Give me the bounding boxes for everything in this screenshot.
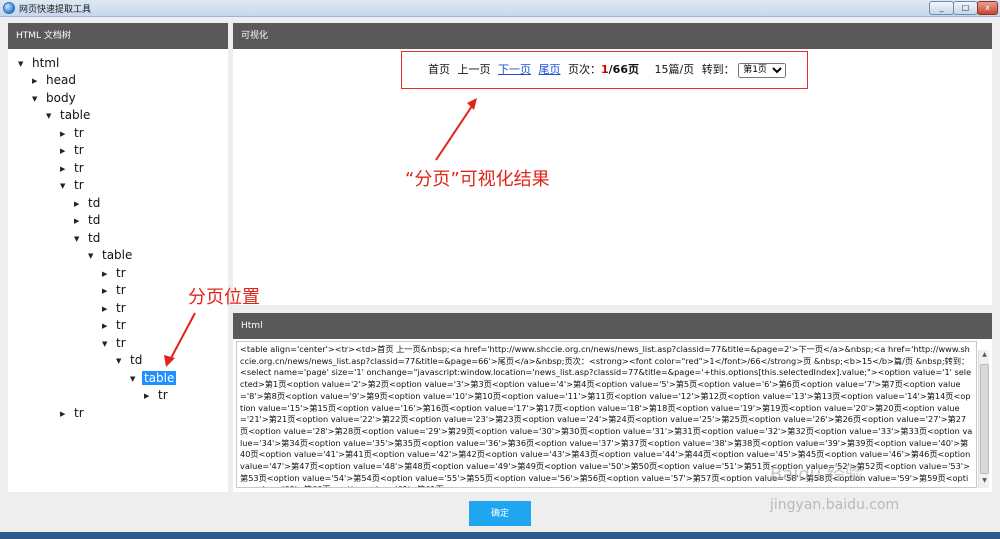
tree-node-tr[interactable]: ▶ tr <box>60 405 86 421</box>
pager-goto-label: 转到： <box>701 63 735 76</box>
pager-per-page: 15篇/页 <box>654 63 695 76</box>
tree-node-td[interactable]: ▶ td <box>74 195 102 211</box>
tree-node-td[interactable]: ▼ td <box>116 352 144 368</box>
expanded-arrow-icon[interactable]: ▼ <box>18 56 30 72</box>
tree-node-label: td <box>130 353 143 367</box>
expanded-arrow-icon[interactable]: ▼ <box>130 371 142 387</box>
html-source-header: Html <box>233 313 992 339</box>
tree-node-label: td <box>88 213 101 227</box>
collapsed-arrow-icon[interactable]: ▶ <box>60 161 72 177</box>
annotation-position-label: 分页位置 <box>188 287 260 308</box>
expanded-arrow-icon[interactable]: ▼ <box>32 91 44 107</box>
visualization-header: 可视化 <box>233 23 992 49</box>
tree-node-label: tr <box>74 406 84 420</box>
tree-node-label: tr <box>74 143 84 157</box>
collapsed-arrow-icon[interactable]: ▶ <box>60 143 72 159</box>
collapsed-arrow-icon[interactable]: ▶ <box>60 126 72 142</box>
watermark-url: jingyan.baidu.com <box>770 497 900 513</box>
scroll-up-icon[interactable]: ▲ <box>980 351 989 361</box>
collapsed-arrow-icon[interactable]: ▶ <box>102 318 114 334</box>
tree-node-label: td <box>88 231 101 245</box>
collapsed-arrow-icon[interactable]: ▶ <box>60 406 72 422</box>
tree-node-label: tr <box>116 283 126 297</box>
pager-page-label: 页次：1/66页 <box>568 63 639 76</box>
pager-current-page: 1 <box>601 63 609 76</box>
maximize-button[interactable]: □ <box>953 1 978 15</box>
pager-page-select[interactable]: 第1页 <box>738 62 787 78</box>
close-button[interactable]: x <box>977 1 998 15</box>
scroll-thumb[interactable] <box>980 364 989 474</box>
tree-node-td[interactable]: ▶ td <box>74 212 102 228</box>
title-bar: 网页快速提取工具 _ □ x <box>0 0 1000 17</box>
watermark-logo: Baidu 经验 <box>770 464 863 485</box>
pager-last-link[interactable]: 尾页 <box>539 63 561 76</box>
tree-node-tr[interactable]: ▶ tr <box>102 265 128 281</box>
pager-total-pages: /66页 <box>608 63 639 76</box>
collapsed-arrow-icon[interactable]: ▶ <box>144 388 156 404</box>
tree-node-tr[interactable]: ▶ tr <box>60 125 86 141</box>
html-source-scrollbar[interactable]: ▲ ▼ <box>978 350 989 488</box>
tree-node-label: table <box>142 371 177 385</box>
expanded-arrow-icon[interactable]: ▼ <box>46 108 58 124</box>
tree-node-label: tr <box>158 388 168 402</box>
collapsed-arrow-icon[interactable]: ▶ <box>32 73 44 89</box>
app-icon <box>3 2 15 14</box>
tree-node-tr[interactable]: ▶ tr <box>102 317 128 333</box>
pagination-preview: 首页 上一页 下一页 尾页 页次：1/66页 15篇/页 转到： 第1页 <box>401 51 808 89</box>
pager-prev: 上一页 <box>457 63 491 76</box>
collapsed-arrow-icon[interactable]: ▶ <box>102 301 114 317</box>
expanded-arrow-icon[interactable]: ▼ <box>102 336 114 352</box>
tree-node-label: tr <box>116 336 126 350</box>
tree-node-tr[interactable]: ▶ tr <box>60 160 86 176</box>
pager-next-link[interactable]: 下一页 <box>498 63 531 76</box>
dom-tree-panel: HTML 文档树 ▼ html ▶ head ▼ body ▼ table ▶ tr ▶ tr ▶ tr ▼… <box>8 23 228 492</box>
tree-node-html[interactable]: ▼ html <box>18 55 61 71</box>
tree-node-tr[interactable]: ▶ tr <box>60 142 86 158</box>
window-title: 网页快速提取工具 <box>19 5 92 15</box>
tree-node-table[interactable]: ▼ table <box>46 107 92 123</box>
html-source-text[interactable]: <table align='center'><tr><td>首页 上一页&nbs… <box>236 341 977 488</box>
scroll-down-icon[interactable]: ▼ <box>980 477 989 487</box>
tree-node-label: tr <box>74 161 84 175</box>
dom-tree-header: HTML 文档树 <box>8 23 228 49</box>
tree-node-label: tr <box>116 318 126 332</box>
tree-node-label: body <box>46 91 76 105</box>
collapsed-arrow-icon[interactable]: ▶ <box>74 213 86 229</box>
tree-node-label: table <box>102 248 133 262</box>
tree-node-table[interactable]: ▼ table <box>130 370 177 387</box>
tree-node-label: tr <box>74 126 84 140</box>
collapsed-arrow-icon[interactable]: ▶ <box>74 196 86 212</box>
tree-node-tr[interactable]: ▶ tr <box>102 300 128 316</box>
tree-node-tr[interactable]: ▼ tr <box>60 177 86 193</box>
tree-node-td[interactable]: ▼ td <box>74 230 102 246</box>
tree-node-label: tr <box>74 178 84 192</box>
tree-node-label: td <box>88 196 101 210</box>
expanded-arrow-icon[interactable]: ▼ <box>116 353 128 369</box>
tree-node-tr[interactable]: ▶ tr <box>144 387 170 403</box>
confirm-button[interactable]: 确定 <box>469 501 531 526</box>
visualization-panel: 可视化 首页 上一页 下一页 尾页 页次：1/66页 15篇/页 转到： 第1页 <box>233 23 992 305</box>
tree-node-label: html <box>32 56 60 70</box>
expanded-arrow-icon[interactable]: ▼ <box>88 248 100 264</box>
html-source-panel: Html <table align='center'><tr><td>首页 上一… <box>233 313 992 492</box>
tree-node-table[interactable]: ▼ table <box>88 247 134 263</box>
tree-node-tr[interactable]: ▶ tr <box>102 282 128 298</box>
tree-node-head[interactable]: ▶ head <box>32 72 78 88</box>
collapsed-arrow-icon[interactable]: ▶ <box>102 266 114 282</box>
tree-node-label: tr <box>116 301 126 315</box>
tree-node-label: head <box>46 73 76 87</box>
tree-node-body[interactable]: ▼ body <box>32 90 78 106</box>
minimize-button[interactable]: _ <box>929 1 954 15</box>
collapsed-arrow-icon[interactable]: ▶ <box>102 283 114 299</box>
tree-node-label: tr <box>116 266 126 280</box>
expanded-arrow-icon[interactable]: ▼ <box>74 231 86 247</box>
tree-node-label: table <box>60 108 91 122</box>
pager-first: 首页 <box>428 63 450 76</box>
tree-node-tr[interactable]: ▼ tr <box>102 335 128 351</box>
taskbar <box>0 532 1000 539</box>
expanded-arrow-icon[interactable]: ▼ <box>60 178 72 194</box>
annotation-result-label: “分页”可视化结果 <box>405 169 550 190</box>
